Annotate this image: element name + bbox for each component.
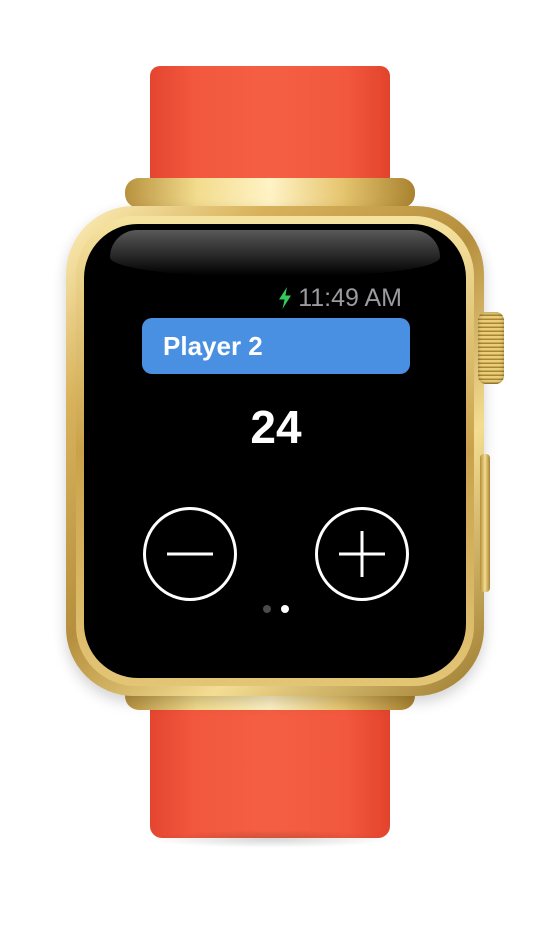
watch-band-bottom — [150, 690, 390, 838]
band-shadow — [148, 830, 392, 848]
player-name-button[interactable]: Player 2 — [142, 318, 410, 374]
charging-bolt-icon — [279, 287, 292, 309]
plus-circle-icon — [315, 507, 409, 601]
increment-score-button[interactable] — [314, 506, 410, 602]
minus-circle-icon — [143, 507, 237, 601]
player-name-label: Player 2 — [163, 330, 263, 361]
watch-screen: 11:49 AM Player 2 24 — [140, 280, 412, 620]
page-indicator — [140, 605, 412, 613]
status-bar: 11:49 AM — [278, 282, 402, 314]
case-lug-top — [125, 178, 415, 208]
page-dot — [263, 605, 271, 613]
glass-reflection — [110, 230, 440, 276]
player-score: 24 — [250, 401, 302, 453]
decrement-score-button[interactable] — [142, 506, 238, 602]
status-time: 11:49 AM — [298, 283, 402, 312]
side-button[interactable] — [480, 454, 490, 592]
digital-crown[interactable] — [478, 312, 504, 384]
page-dot-active — [281, 605, 289, 613]
